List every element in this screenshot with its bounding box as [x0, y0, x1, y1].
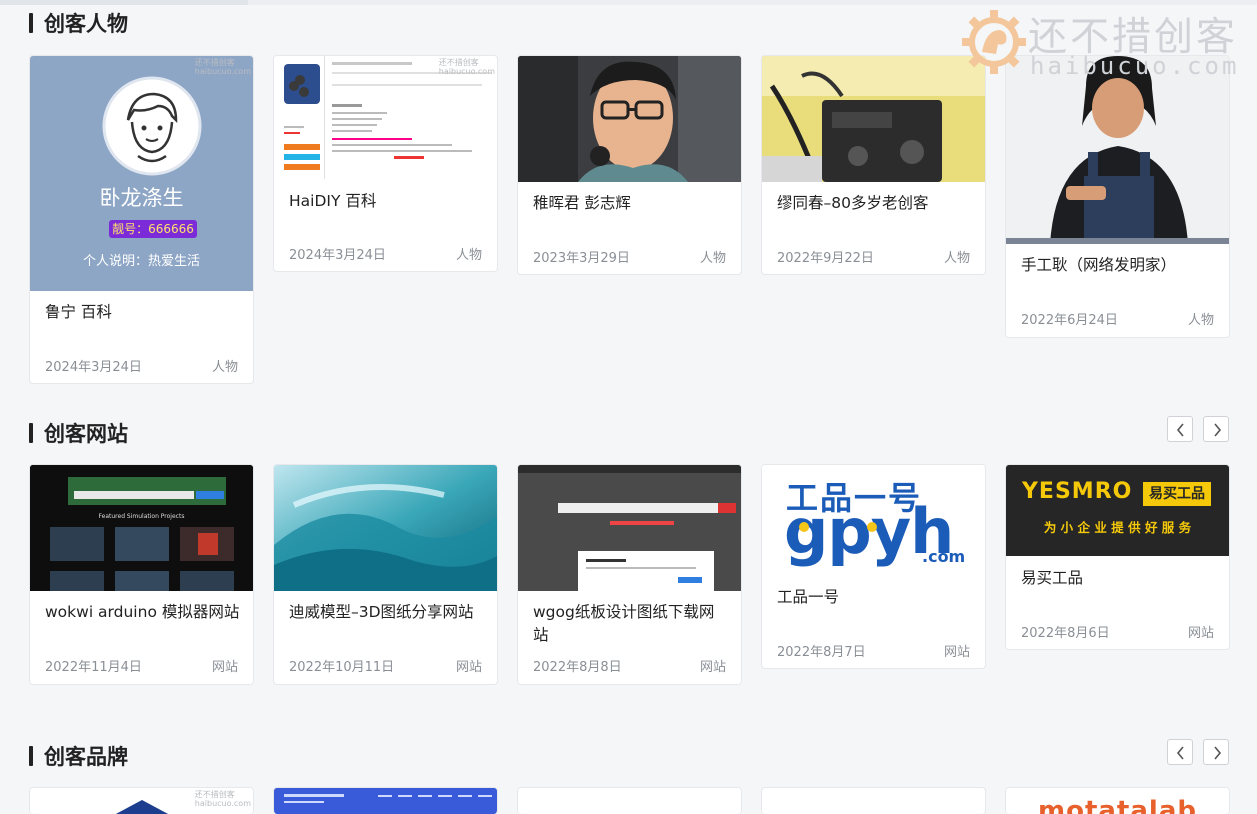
card-thumbnail	[518, 465, 741, 591]
card-date: 2023年3月29日	[533, 251, 630, 266]
top-divider	[0, 0, 1257, 5]
card-category[interactable]: 人物	[944, 247, 970, 266]
portrait-photo-icon	[1006, 56, 1229, 244]
thumb-brand: motatalab	[1038, 796, 1197, 814]
card-category[interactable]: 人物	[212, 356, 238, 375]
card-date: 2024年3月24日	[45, 360, 142, 375]
card-title[interactable]: 缪同春–80多岁老创客	[777, 192, 973, 215]
wave-image-icon	[274, 465, 497, 591]
gear-logo-icon	[962, 10, 1026, 74]
card-title[interactable]: 迪威模型–3D图纸分享网站	[289, 601, 485, 624]
yellow-dot-icon	[799, 522, 809, 532]
card-thumbnail	[274, 465, 497, 591]
card-thumbnail	[518, 56, 741, 182]
card-category[interactable]: 人物	[456, 244, 482, 263]
card-category[interactable]: 网站	[700, 656, 726, 675]
thumb-slogan: 为 小 企 业 提 供 好 服 务	[1043, 520, 1192, 535]
thumb-watermark: 还不措创客 haibucuo.com	[194, 58, 251, 76]
card-brand-3[interactable]	[517, 787, 742, 814]
card-date: 2022年6月24日	[1021, 313, 1118, 328]
chevron-right-icon	[1214, 746, 1222, 760]
card-date: 2022年11月4日	[45, 660, 142, 675]
card-zhihuijun[interactable]: 稚晖君 彭志辉 2023年3月29日 人物	[517, 55, 742, 275]
card-title[interactable]: 工品一号	[777, 586, 973, 609]
card-thumbnail: 还不措创客 haibucuo.com	[274, 56, 497, 179]
yellow-dot-icon	[867, 522, 877, 532]
section-title-websites: 创客网站	[29, 418, 128, 448]
card-title[interactable]: HaiDIY 百科	[289, 190, 485, 213]
card-category[interactable]: 网站	[212, 656, 238, 675]
thumb-brand-cn: 易买工品	[1143, 482, 1211, 506]
card-category[interactable]: 网站	[1188, 622, 1214, 641]
thumb-desc: 个人说明：热爱生活	[82, 254, 200, 269]
section-title-brands: 创客品牌	[29, 741, 128, 771]
card-brand-2[interactable]	[273, 787, 498, 814]
card-thumbnail	[762, 56, 985, 182]
thumb-watermark: 还不措创客 haibucuo.com	[194, 790, 251, 808]
carousel-prev-button[interactable]	[1167, 739, 1193, 765]
carousel-next-button[interactable]	[1203, 416, 1229, 442]
site-watermark: 还不措创客 haibucuo.com	[958, 6, 1254, 80]
card-category[interactable]: 人物	[700, 247, 726, 266]
thumb-logo-domain: .com	[922, 547, 966, 566]
card-title[interactable]: 手工耿（网络发明家）	[1021, 254, 1217, 277]
card-wokwi[interactable]: Featured Simulation Projects wokwi ardui…	[29, 464, 254, 685]
card-title[interactable]: wgog纸板设计图纸下载网站	[533, 601, 729, 647]
thumb-headline: Featured Simulation Projects	[98, 513, 185, 520]
website-screenshot-icon	[284, 794, 492, 803]
section-title-people: 创客人物	[29, 8, 128, 38]
card-date: 2022年8月6日	[1021, 626, 1110, 641]
chevron-left-icon	[1176, 746, 1184, 760]
card-miaotongchun[interactable]: 缪同春–80多岁老创客 2022年9月22日 人物	[761, 55, 986, 275]
card-title[interactable]: 稚晖君 彭志辉	[533, 192, 729, 215]
card-date: 2024年3月24日	[289, 248, 386, 263]
card-date: 2022年8月8日	[533, 660, 622, 675]
card-haidiy[interactable]: 还不措创客 haibucuo.com HaiDIY 百科 2024年3月24日 人…	[273, 55, 498, 272]
card-brand-5[interactable]: motatalab	[1005, 787, 1230, 814]
thumb-brand: YESMRO	[1022, 479, 1133, 504]
thumb-badge: 靓号：666666	[109, 220, 197, 238]
card-thumbnail: 工品一号 gpyh .com	[762, 465, 985, 575]
chevron-left-icon	[1176, 423, 1184, 437]
card-thumbnail: YESMRO 易买工品 为 小 企 业 提 供 好 服 务	[1006, 465, 1229, 556]
card-gpyh[interactable]: 工品一号 gpyh .com 工品一号 2022年8月7日 网站	[761, 464, 986, 669]
card-title[interactable]: wokwi arduino 模拟器网站	[45, 601, 241, 624]
device-photo-icon	[762, 56, 985, 182]
card-brand-4[interactable]	[761, 787, 986, 814]
card-thumbnail: 卧龙涤生 靓号：666666 个人说明：热爱生活 还不措创客 haibucuo.c…	[30, 56, 253, 291]
card-category[interactable]: 网站	[456, 656, 482, 675]
card-title[interactable]: 易买工品	[1021, 567, 1217, 590]
card-wgog[interactable]: wgog纸板设计图纸下载网站 2022年8月8日 网站	[517, 464, 742, 685]
carousel-next-button[interactable]	[1203, 739, 1229, 765]
card-shougonggeng[interactable]: 手工耿（网络发明家） 2022年6月24日 人物	[1005, 55, 1230, 338]
card-yesmro[interactable]: YESMRO 易买工品 为 小 企 业 提 供 好 服 务 易买工品 2022年…	[1005, 464, 1230, 650]
card-luning[interactable]: 卧龙涤生 靓号：666666 个人说明：热爱生活 还不措创客 haibucuo.c…	[29, 55, 254, 384]
card-diwei[interactable]: 迪威模型–3D图纸分享网站 2022年10月11日 网站	[273, 464, 498, 685]
carousel-prev-button[interactable]	[1167, 416, 1193, 442]
card-date: 2022年8月7日	[777, 645, 866, 660]
card-thumbnail: Featured Simulation Projects	[30, 465, 253, 591]
card-category[interactable]: 网站	[944, 641, 970, 660]
thumb-name: 卧龙涤生	[99, 186, 184, 210]
website-screenshot-icon	[518, 465, 741, 591]
website-screenshot-icon	[30, 465, 253, 591]
chevron-right-icon	[1214, 423, 1222, 437]
avatar-icon	[102, 76, 202, 176]
card-date: 2022年9月22日	[777, 251, 874, 266]
card-date: 2022年10月11日	[289, 660, 395, 675]
watermark-en: haibucuo.com	[1030, 52, 1240, 80]
card-thumbnail	[1006, 56, 1229, 244]
card-category[interactable]: 人物	[1188, 309, 1214, 328]
card-brand-1[interactable]: 还不措创客 haibucuo.com	[29, 787, 254, 814]
portrait-photo-icon	[518, 56, 741, 182]
card-title[interactable]: 鲁宁 百科	[45, 301, 241, 324]
thumb-watermark: 还不措创客 haibucuo.com	[438, 58, 495, 76]
